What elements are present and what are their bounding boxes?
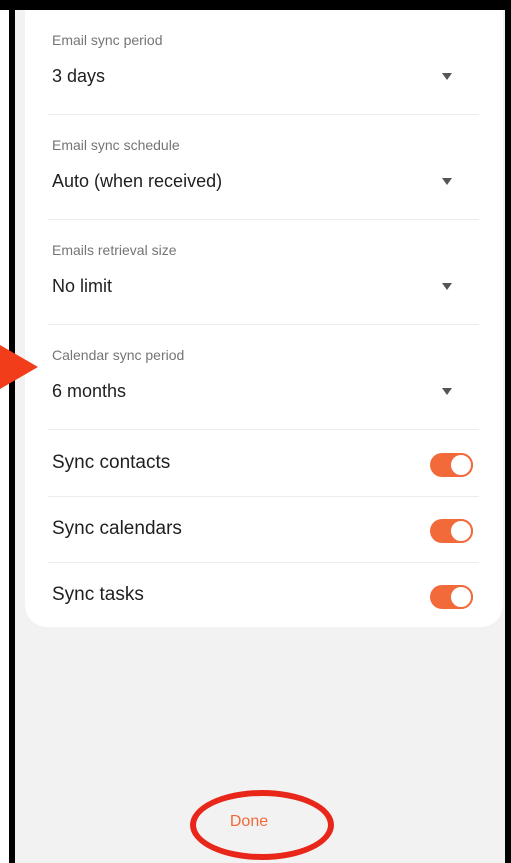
sync-contacts-label: Sync contacts: [52, 452, 171, 473]
caret-down-icon: [442, 388, 452, 395]
email-sync-period-label: Email sync period: [52, 32, 163, 48]
sync-calendars-label: Sync calendars: [52, 518, 182, 539]
sync-contacts-row[interactable]: Sync contacts: [48, 431, 479, 497]
caret-down-icon: [442, 178, 452, 185]
frame-border-right: [505, 0, 511, 863]
calendar-sync-period-value: 6 months: [52, 381, 127, 401]
toggle-knob: [449, 453, 473, 477]
toggle-knob: [449, 519, 473, 543]
email-sync-period-dropdown[interactable]: Email sync period 3 days: [48, 10, 479, 115]
sync-calendars-row[interactable]: Sync calendars: [48, 497, 479, 563]
emails-retrieval-size-label: Emails retrieval size: [52, 242, 177, 258]
sync-tasks-toggle[interactable]: [430, 585, 473, 609]
email-sync-period-value: 3 days: [52, 66, 106, 86]
arrow-right-icon: [0, 345, 38, 389]
sync-contacts-toggle[interactable]: [430, 453, 473, 477]
sync-tasks-label: Sync tasks: [52, 584, 144, 605]
sync-settings-screen: Email sync period 3 days Email sync sche…: [15, 10, 505, 863]
caret-down-icon: [442, 283, 452, 290]
caret-down-icon: [442, 73, 452, 80]
settings-card: Email sync period 3 days Email sync sche…: [25, 10, 503, 627]
frame-border-top: [0, 0, 511, 10]
screenshot-frame: Email sync period 3 days Email sync sche…: [0, 0, 511, 863]
sync-tasks-row[interactable]: Sync tasks: [48, 563, 479, 628]
toggle-knob: [449, 585, 473, 609]
annotation-circle: [190, 790, 334, 860]
emails-retrieval-size-dropdown[interactable]: Emails retrieval size No limit: [48, 220, 479, 325]
calendar-sync-period-label: Calendar sync period: [52, 347, 185, 363]
email-sync-schedule-label: Email sync schedule: [52, 137, 180, 153]
email-sync-schedule-value: Auto (when received): [52, 171, 223, 191]
email-sync-schedule-dropdown[interactable]: Email sync schedule Auto (when received): [48, 115, 479, 220]
sync-calendars-toggle[interactable]: [430, 519, 473, 543]
emails-retrieval-size-value: No limit: [52, 276, 113, 296]
calendar-sync-period-dropdown[interactable]: Calendar sync period 6 months: [48, 325, 479, 430]
